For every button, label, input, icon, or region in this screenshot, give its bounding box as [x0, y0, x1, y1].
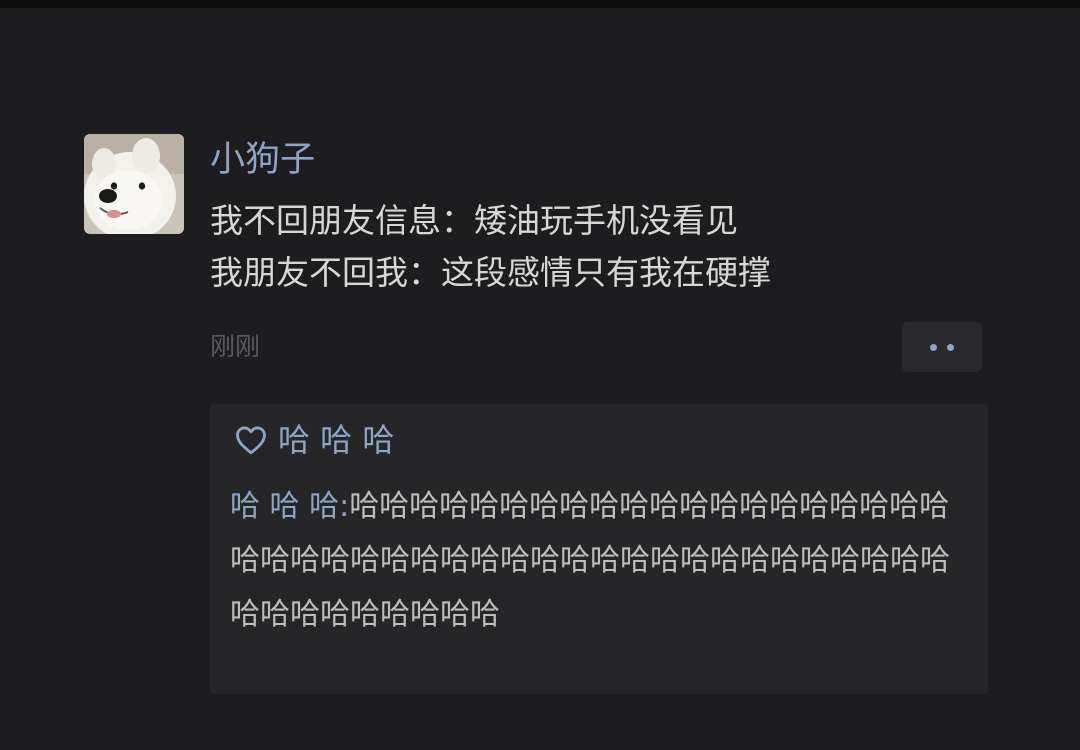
comment[interactable]: 哈 哈 哈:哈哈哈哈哈哈哈哈哈哈哈哈哈哈哈哈哈哈哈哈哈哈哈哈哈哈哈哈哈哈哈哈哈哈…	[230, 480, 950, 642]
post-line: 我不回朋友信息：矮油玩手机没看见	[210, 201, 738, 240]
more-dot-icon	[947, 343, 954, 351]
heart-icon	[236, 426, 266, 455]
avatar[interactable]	[84, 134, 184, 234]
samoyed-avatar-image	[84, 134, 184, 234]
more-dot-icon	[930, 343, 937, 351]
comment-author[interactable]: 哈 哈 哈	[230, 489, 339, 524]
likes-row: 哈 哈 哈	[234, 418, 394, 462]
likes-comments-panel: 哈 哈 哈 哈 哈 哈:哈哈哈哈哈哈哈哈哈哈哈哈哈哈哈哈哈哈哈哈哈哈哈哈哈哈哈哈…	[210, 404, 988, 694]
comment-separator: :	[339, 489, 350, 524]
liker-name[interactable]: 哈 哈 哈	[278, 418, 394, 462]
post-line: 我朋友不回我：这段感情只有我在硬撑	[210, 253, 771, 292]
post-text: 我不回朋友信息：矮油玩手机没看见 我朋友不回我：这段感情只有我在硬撑	[210, 195, 970, 299]
author-name[interactable]: 小狗子	[210, 138, 315, 182]
top-edge	[0, 0, 1080, 8]
timestamp: 刚刚	[210, 332, 261, 361]
more-actions-button[interactable]	[902, 322, 982, 372]
